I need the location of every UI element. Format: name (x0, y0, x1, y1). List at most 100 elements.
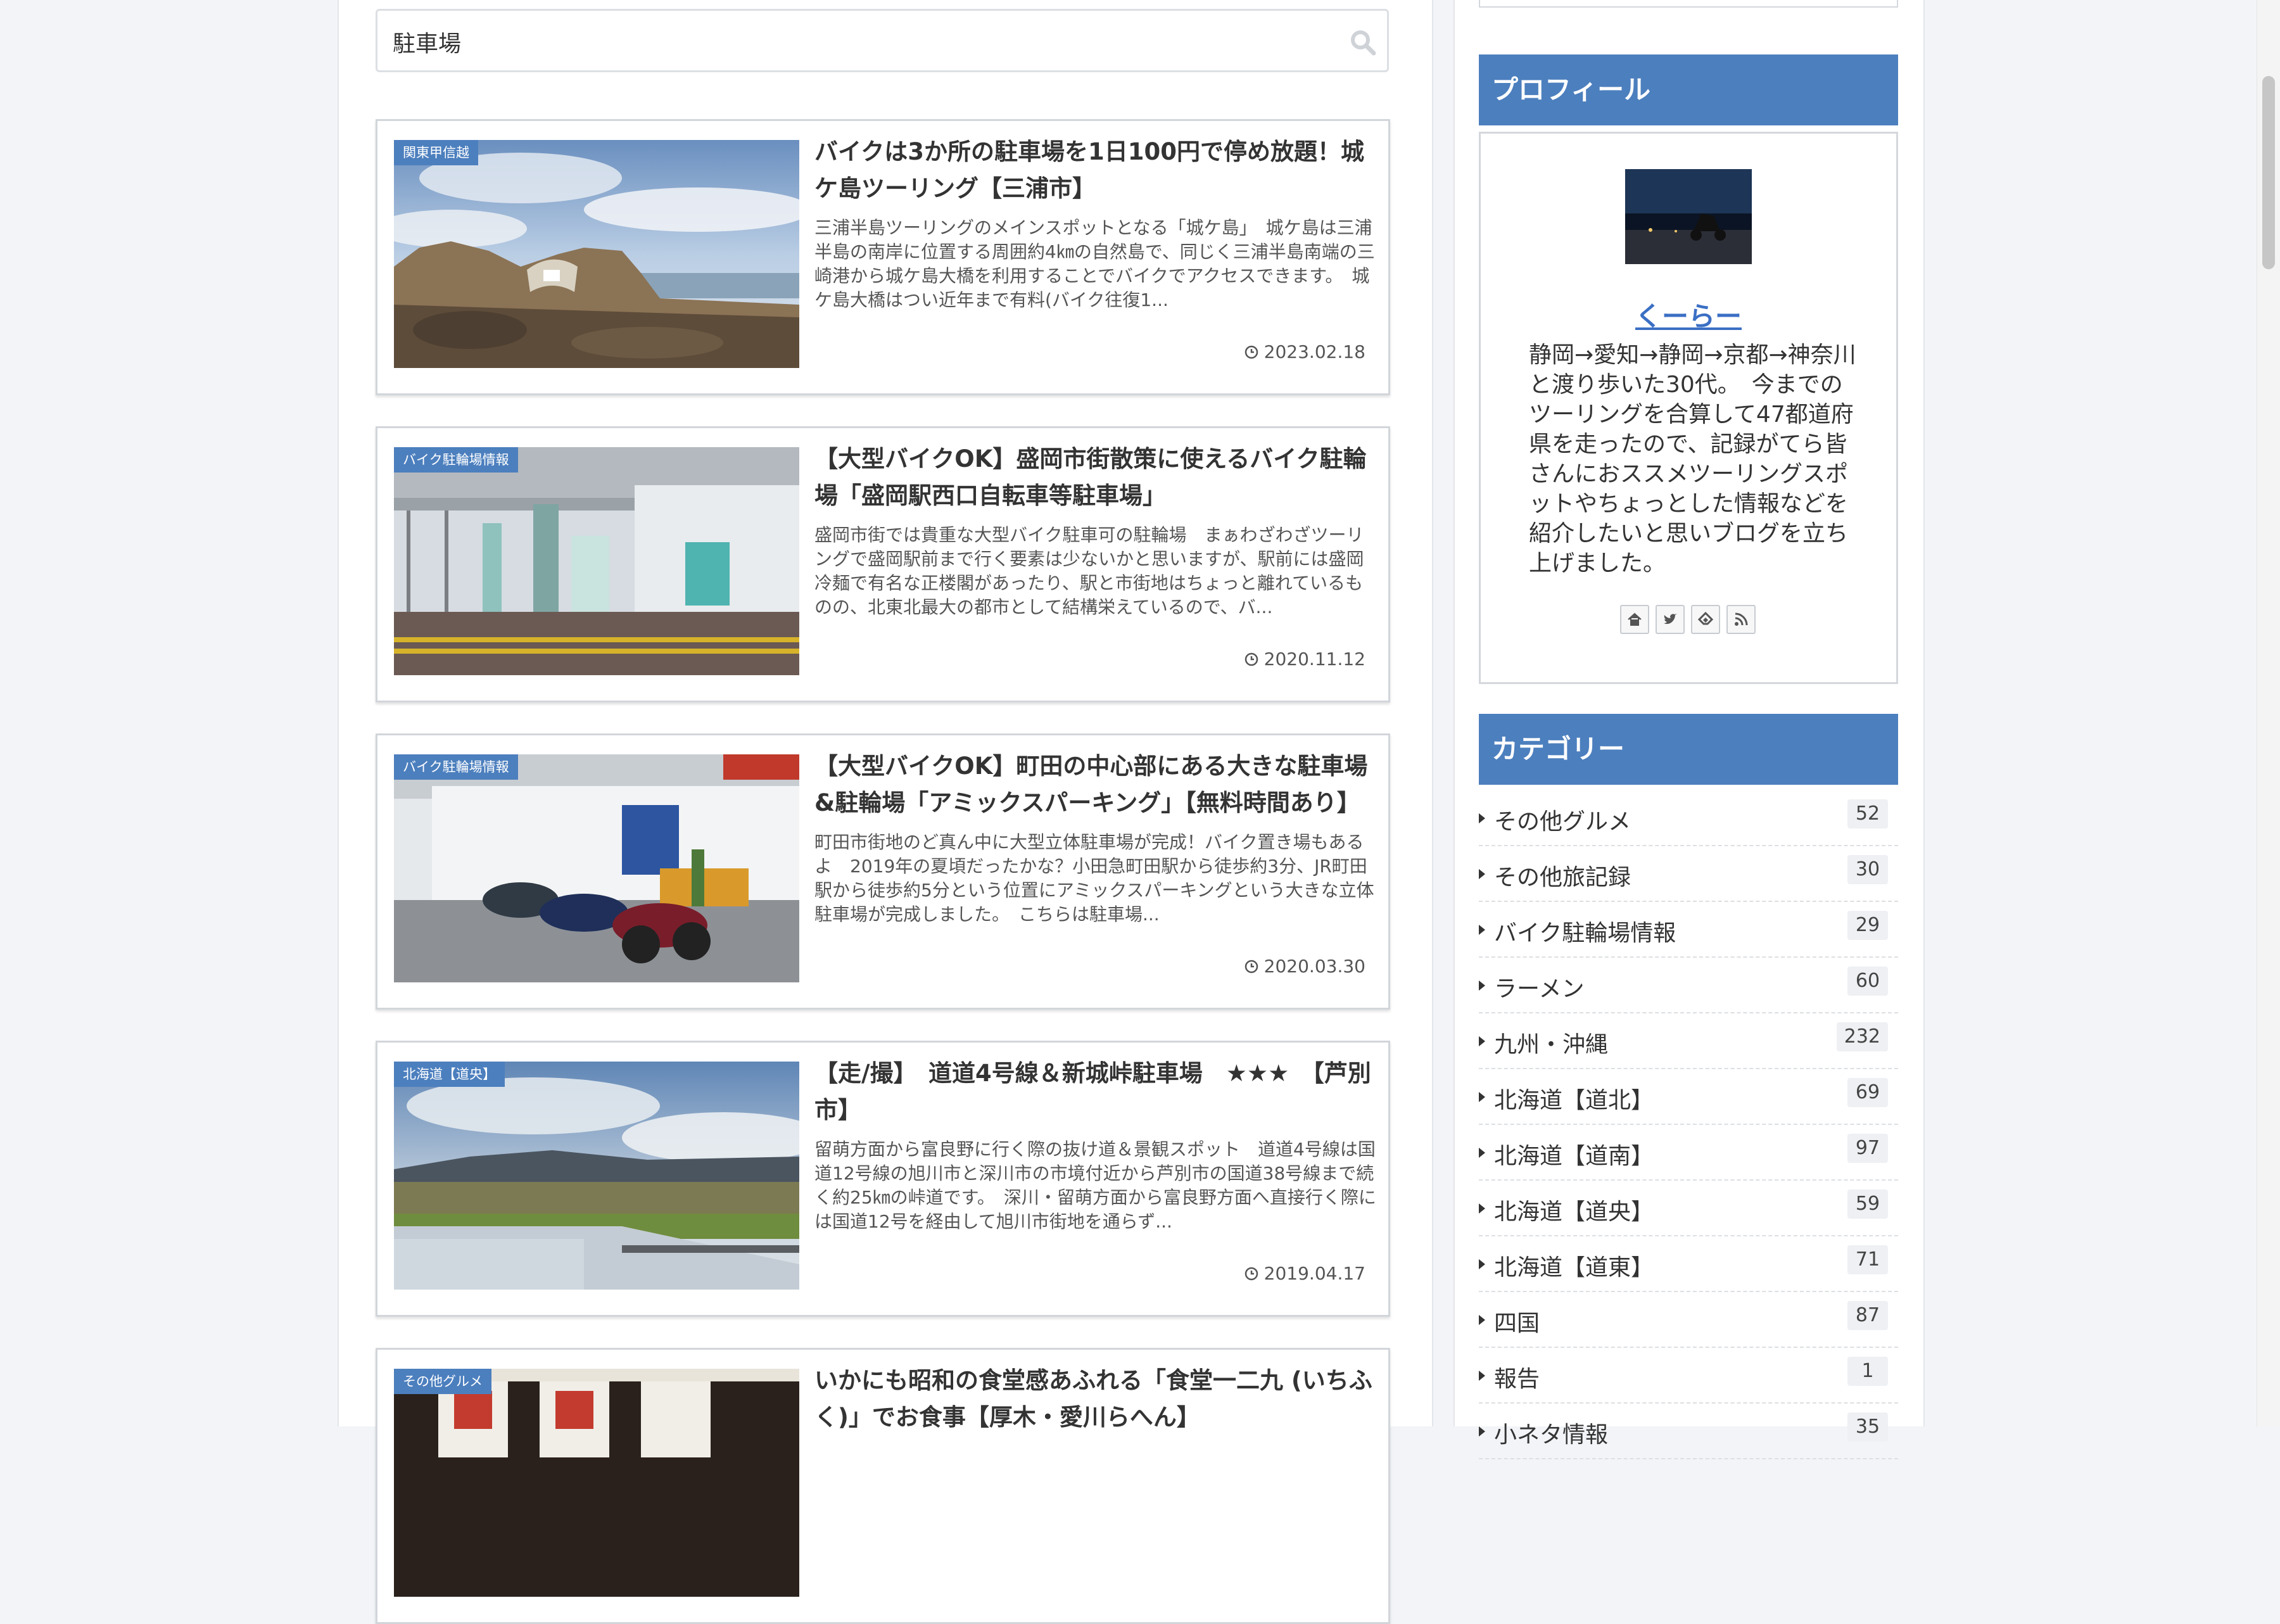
category-count: 52 (1847, 799, 1888, 828)
social-links (1620, 605, 1756, 634)
caret-right-icon (1479, 1315, 1485, 1325)
article-date: 2019.04.17 (1244, 1263, 1365, 1284)
caret-right-icon (1479, 813, 1485, 823)
clock-icon (1244, 345, 1258, 358)
category-label[interactable]: ラーメン (1494, 970, 1585, 1003)
caret-right-icon (1479, 1371, 1485, 1381)
article-excerpt: 留萌方面から富良野に行く際の抜け道＆景観スポット 道道4号線は国道12号線の旭川… (814, 1139, 1376, 1232)
article-card[interactable]: バイク駐輪場情報 【大型バイクOK】盛岡市街散策に使えるバイク駐輪場「盛岡駅西口… (376, 426, 1390, 702)
category-label[interactable]: その他旅記録 (1494, 859, 1631, 892)
article-thumbnail[interactable]: バイク駐輪場情報 (394, 754, 799, 982)
category-count: 59 (1847, 1189, 1888, 1219)
article-date-text: 2020.11.12 (1264, 649, 1365, 669)
category-label[interactable]: 報告 (1494, 1361, 1540, 1393)
category-item[interactable]: その他旅記録 30 (1479, 846, 1898, 902)
category-item[interactable]: 北海道【道北】 69 (1479, 1069, 1898, 1125)
category-item[interactable]: 北海道【道東】 71 (1479, 1236, 1898, 1292)
profile-description: 静岡→愛知→静岡→京都→神奈川と渡り歩いた30代。 今までのツーリングを合算して… (1529, 342, 1856, 576)
category-item[interactable]: ラーメン 60 (1479, 958, 1898, 1013)
category-label[interactable]: その他グルメ (1494, 803, 1631, 836)
scrollbar-thumb[interactable] (2262, 76, 2275, 269)
article-thumbnail[interactable]: その他グルメ (394, 1369, 799, 1597)
clock-icon (1244, 1267, 1258, 1280)
caret-right-icon (1479, 1203, 1485, 1214)
caret-right-icon (1479, 1092, 1485, 1102)
category-item[interactable]: 小ネタ情報 35 (1479, 1404, 1898, 1459)
category-count: 69 (1847, 1078, 1888, 1107)
category-heading: カテゴリー (1479, 714, 1898, 785)
category-count: 35 (1847, 1412, 1888, 1442)
article-title[interactable]: 【大型バイクOK】町田の中心部にある大きな駐車場&駐輪場「アミックスパーキング」… (814, 748, 1378, 822)
rss-icon[interactable] (1726, 605, 1756, 634)
caret-right-icon (1479, 1426, 1485, 1437)
article-excerpt: 三浦半島ツーリングのメインスポットとなる「城ケ島」 城ケ島は三浦半島の南岸に位置… (814, 217, 1375, 310)
article-thumbnail[interactable]: バイク駐輪場情報 (394, 447, 799, 675)
category-count: 30 (1847, 855, 1888, 884)
caret-right-icon (1479, 1036, 1485, 1046)
category-label[interactable]: 九州・沖縄 (1494, 1026, 1608, 1059)
article-card[interactable]: バイク駐輪場情報 【大型バイクOK】町田の中心部にある大きな駐車場&駐輪場「アミ… (376, 733, 1390, 1010)
category-label[interactable]: 小ネタ情報 (1494, 1416, 1608, 1449)
profile-widget: くーらー 静岡→愛知→静岡→京都→神奈川と渡り歩いた30代。 今までのツーリング… (1479, 132, 1898, 684)
clock-icon (1244, 960, 1258, 973)
category-count: 29 (1847, 911, 1888, 940)
category-item[interactable]: 九州・沖縄 232 (1479, 1013, 1898, 1069)
search-input[interactable] (391, 23, 1319, 60)
article-thumbnail[interactable]: 関東甲信越 (394, 140, 799, 368)
article-card[interactable]: 関東甲信越 バイクは3か所の駐車場を1日100円で停め放題！城ケ島ツーリング【三… (376, 119, 1390, 395)
category-count: 97 (1847, 1134, 1888, 1163)
search-box (376, 9, 1389, 72)
category-label[interactable]: 北海道【道東】 (1494, 1249, 1654, 1282)
feedly-icon[interactable] (1691, 605, 1720, 634)
article-date: 2023.02.18 (1244, 341, 1365, 362)
twitter-icon[interactable] (1656, 605, 1685, 634)
article-title[interactable]: 【大型バイクOK】盛岡市街散策に使えるバイク駐輪場「盛岡駅西口自転車等駐車場」 (814, 441, 1378, 514)
profile-name-link[interactable]: くーらー (1481, 295, 1896, 334)
article-excerpt: 盛岡市街では貴重な大型バイク駐車可の駐輪場 まぁわざわざツーリングで盛岡駅前まで… (814, 524, 1364, 618)
article-title[interactable]: 【走/撮】 道道4号線＆新城峠駐車場 ★★★ 【芦別市】 (814, 1055, 1378, 1129)
category-badge: バイク駐輪場情報 (394, 754, 518, 780)
category-count: 71 (1847, 1245, 1888, 1274)
category-list: その他グルメ 52 その他旅記録 30 バイク駐輪場情報 29 ラーメン 60 九州・沖… (1479, 790, 1898, 1459)
article-card[interactable]: その他グルメ いかにも昭和の食堂感あふれる「食堂一二九 (いちふく)」でお食事【… (376, 1348, 1390, 1624)
article-date: 2020.03.30 (1244, 956, 1365, 977)
category-label[interactable]: 四国 (1494, 1305, 1540, 1338)
category-count: 60 (1847, 967, 1888, 996)
caret-right-icon (1479, 869, 1485, 879)
category-badge: バイク駐輪場情報 (394, 447, 518, 473)
category-count: 1 (1847, 1357, 1888, 1386)
article-date: 2020.11.12 (1244, 649, 1365, 669)
avatar (1625, 169, 1752, 264)
article-date-text: 2020.03.30 (1264, 956, 1365, 977)
category-label[interactable]: バイク駐輪場情報 (1494, 915, 1676, 948)
category-badge: 北海道【道央】 (394, 1062, 505, 1087)
search-icon[interactable] (1348, 27, 1378, 58)
caret-right-icon (1479, 925, 1485, 935)
caret-right-icon (1479, 1148, 1485, 1158)
category-count: 87 (1847, 1301, 1888, 1330)
caret-right-icon (1479, 1259, 1485, 1269)
category-label[interactable]: 北海道【道南】 (1494, 1138, 1654, 1170)
category-item[interactable]: 四国 87 (1479, 1292, 1898, 1348)
home-icon[interactable] (1620, 605, 1649, 634)
page-scrollbar[interactable] (2257, 0, 2280, 1426)
article-date-text: 2023.02.18 (1264, 341, 1365, 362)
clock-icon (1244, 652, 1258, 666)
category-label[interactable]: 北海道【道央】 (1494, 1193, 1654, 1226)
category-count: 232 (1836, 1022, 1888, 1051)
category-item[interactable]: バイク駐輪場情報 29 (1479, 902, 1898, 958)
category-badge: 関東甲信越 (394, 140, 478, 165)
category-item[interactable]: その他グルメ 52 (1479, 790, 1898, 846)
article-title[interactable]: バイクは3か所の駐車場を1日100円で停め放題！城ケ島ツーリング【三浦市】 (814, 134, 1378, 207)
category-item[interactable]: 北海道【道央】 59 (1479, 1181, 1898, 1236)
article-title[interactable]: いかにも昭和の食堂感あふれる「食堂一二九 (いちふく)」でお食事【厚木・愛川らへ… (814, 1362, 1378, 1436)
article-card[interactable]: 北海道【道央】 【走/撮】 道道4号線＆新城峠駐車場 ★★★ 【芦別市】 留萌方… (376, 1041, 1390, 1317)
article-excerpt: 町田市街地のど真ん中に大型立体駐車場が完成！バイク置き場もあるよ 2019年の夏… (814, 832, 1374, 925)
profile-heading: プロフィール (1479, 54, 1898, 125)
article-thumbnail[interactable]: 北海道【道央】 (394, 1062, 799, 1290)
category-item[interactable]: 報告 1 (1479, 1348, 1898, 1404)
category-item[interactable]: 北海道【道南】 97 (1479, 1125, 1898, 1181)
article-date-text: 2019.04.17 (1264, 1263, 1365, 1284)
category-label[interactable]: 北海道【道北】 (1494, 1082, 1654, 1115)
category-badge: その他グルメ (394, 1369, 491, 1394)
